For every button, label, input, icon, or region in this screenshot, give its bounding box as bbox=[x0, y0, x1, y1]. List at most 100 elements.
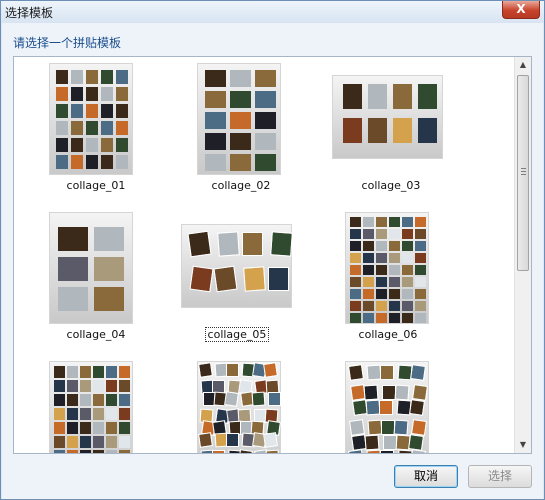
photo-placeholder bbox=[56, 104, 68, 118]
photo-placeholder bbox=[101, 87, 113, 101]
photo-placeholder bbox=[367, 419, 383, 436]
photo-placeholder bbox=[410, 364, 426, 381]
photo-placeholder bbox=[93, 380, 104, 392]
template-thumbnail bbox=[332, 75, 443, 159]
photo-placeholder bbox=[67, 450, 78, 453]
photo-placeholder bbox=[86, 121, 98, 135]
photo-placeholder bbox=[350, 265, 361, 275]
photo-placeholder bbox=[376, 277, 387, 287]
photo-placeholder bbox=[393, 419, 409, 436]
photo-placeholder bbox=[265, 379, 280, 395]
photo-placeholder bbox=[368, 118, 387, 143]
photo-placeholder bbox=[56, 155, 68, 169]
photo-placeholder bbox=[71, 70, 83, 84]
photo-placeholder bbox=[250, 420, 265, 436]
photo-placeholder bbox=[71, 138, 83, 152]
scroll-thumb[interactable] bbox=[517, 75, 529, 271]
photo-placeholder bbox=[402, 313, 413, 323]
template-item[interactable]: collage_04 bbox=[26, 212, 166, 352]
photo-placeholder bbox=[214, 362, 229, 378]
photo-placeholder bbox=[67, 422, 78, 434]
photo-placeholder bbox=[54, 450, 65, 453]
photo-placeholder bbox=[251, 391, 266, 407]
photo-placeholder bbox=[366, 449, 382, 453]
photo-placeholder bbox=[86, 155, 98, 169]
cancel-button[interactable]: 取消 bbox=[394, 465, 458, 488]
template-thumbnail bbox=[49, 63, 133, 175]
window-title: 选择模板 bbox=[5, 6, 54, 20]
photo-placeholder bbox=[350, 253, 361, 263]
photo-placeholder bbox=[348, 364, 364, 381]
photo-placeholder bbox=[389, 301, 400, 311]
photo-placeholder bbox=[393, 118, 412, 143]
photo-placeholder bbox=[402, 265, 413, 275]
photo-placeholder bbox=[389, 277, 400, 287]
scroll-down-icon[interactable]: ▼ bbox=[515, 437, 531, 453]
photo-placeholder bbox=[71, 104, 83, 118]
photo-placeholder bbox=[116, 104, 128, 118]
close-button[interactable]: X bbox=[502, 1, 540, 19]
photo-placeholder bbox=[376, 217, 387, 227]
template-item[interactable] bbox=[318, 361, 458, 453]
photo-placeholder bbox=[415, 241, 426, 251]
photo-placeholder bbox=[205, 133, 226, 150]
photo-placeholder bbox=[106, 366, 117, 378]
photo-placeholder bbox=[376, 229, 387, 239]
photo-placeholder bbox=[119, 422, 130, 434]
photo-placeholder bbox=[402, 217, 413, 227]
photo-placeholder bbox=[93, 408, 104, 420]
photo-placeholder bbox=[389, 229, 400, 239]
photo-placeholder bbox=[226, 433, 239, 447]
photo-placeholder bbox=[376, 253, 387, 263]
template-item[interactable]: collage_06 bbox=[318, 212, 458, 352]
photo-placeholder bbox=[363, 253, 374, 263]
photo-placeholder bbox=[116, 155, 128, 169]
photo-placeholder bbox=[230, 70, 251, 87]
photo-placeholder bbox=[56, 87, 68, 101]
choose-button[interactable]: 选择 bbox=[468, 465, 532, 488]
photo-placeholder bbox=[415, 277, 426, 287]
template-item[interactable]: collage_01 bbox=[26, 63, 166, 203]
photo-placeholder bbox=[364, 434, 380, 451]
photo-placeholder bbox=[200, 449, 215, 453]
photo-placeholder bbox=[351, 434, 367, 451]
template-item[interactable]: collage_02 bbox=[171, 63, 311, 203]
template-thumbnail bbox=[197, 361, 281, 453]
template-item[interactable] bbox=[171, 361, 311, 453]
photo-placeholder bbox=[86, 138, 98, 152]
photo-placeholder bbox=[106, 422, 117, 434]
photo-placeholder bbox=[363, 277, 374, 287]
scroll-up-icon[interactable]: ▲ bbox=[515, 57, 531, 73]
photo-placeholder bbox=[212, 450, 225, 453]
photo-placeholder bbox=[214, 432, 229, 448]
photo-placeholder bbox=[212, 380, 225, 394]
photo-placeholder bbox=[348, 449, 364, 453]
photo-placeholder bbox=[402, 277, 413, 287]
photo-placeholder bbox=[101, 155, 113, 169]
photo-placeholder bbox=[119, 380, 130, 392]
template-item[interactable] bbox=[26, 361, 166, 453]
photo-placeholder bbox=[363, 313, 374, 323]
template-name: collage_04 bbox=[66, 328, 126, 341]
vertical-scrollbar[interactable]: ▲ ▼ bbox=[514, 57, 531, 453]
photo-placeholder bbox=[402, 229, 413, 239]
photo-placeholder bbox=[54, 422, 65, 434]
template-name: collage_06 bbox=[358, 328, 418, 341]
template-list[interactable]: collage_01 collage_02 collage_03 collage… bbox=[13, 56, 532, 454]
photo-placeholder bbox=[402, 289, 413, 299]
photo-placeholder bbox=[205, 154, 226, 171]
template-item[interactable]: collage_03 bbox=[321, 63, 461, 203]
photo-placeholder bbox=[56, 121, 68, 135]
template-item[interactable]: collage_05 bbox=[167, 212, 307, 352]
photo-placeholder bbox=[415, 217, 426, 227]
photo-placeholder bbox=[415, 253, 426, 263]
template-thumbnail bbox=[345, 212, 429, 324]
photo-placeholder bbox=[363, 229, 374, 239]
photo-placeholder bbox=[415, 289, 426, 299]
photo-placeholder bbox=[227, 449, 242, 453]
photo-placeholder bbox=[58, 227, 88, 251]
photo-placeholder bbox=[376, 265, 387, 275]
photo-placeholder bbox=[93, 422, 104, 434]
photo-placeholder bbox=[376, 241, 387, 251]
photo-placeholder bbox=[230, 112, 251, 129]
